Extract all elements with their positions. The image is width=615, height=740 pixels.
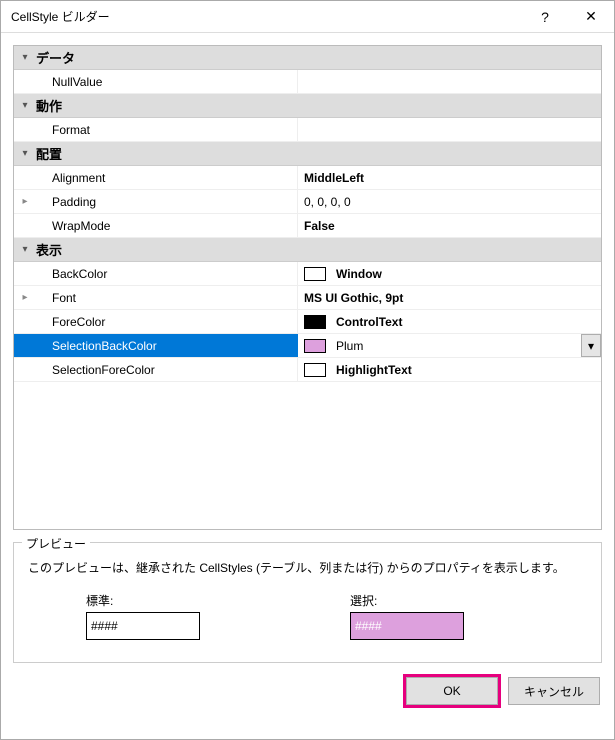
chevron-right-icon[interactable]: ▸ bbox=[14, 190, 36, 213]
row-indent bbox=[14, 118, 36, 141]
chevron-down-icon: ▾ bbox=[14, 148, 36, 159]
help-button[interactable]: ? bbox=[522, 1, 568, 33]
titlebar: CellStyle ビルダー ? ✕ bbox=[1, 1, 614, 33]
preview-selected-group: 選択: #### bbox=[350, 592, 464, 640]
prop-value: Window bbox=[336, 267, 382, 281]
category-data[interactable]: ▾ データ bbox=[14, 46, 601, 70]
chevron-down-icon: ▾ bbox=[14, 244, 36, 255]
property-grid: ▾ データ NullValue ▾ 動作 Format ▾ 配置 bbox=[13, 45, 602, 530]
ok-button[interactable]: OK bbox=[406, 677, 498, 705]
prop-name: Font bbox=[36, 286, 298, 309]
preview-section: プレビュー このプレビューは、継承された CellStyles (テーブル、列ま… bbox=[13, 542, 602, 663]
row-indent bbox=[14, 214, 36, 237]
preview-selected-box: #### bbox=[350, 612, 464, 640]
category-appearance-label: 表示 bbox=[36, 240, 62, 259]
prop-value-cell[interactable]: ControlText bbox=[298, 310, 601, 333]
prop-name: SelectionForeColor bbox=[36, 358, 298, 381]
prop-value[interactable] bbox=[298, 70, 601, 93]
dialog-window: CellStyle ビルダー ? ✕ ▾ データ NullValue ▾ 動作 bbox=[0, 0, 615, 740]
prop-name: WrapMode bbox=[36, 214, 298, 237]
preview-normal-box: #### bbox=[86, 612, 200, 640]
prop-row-wrapmode[interactable]: WrapMode False bbox=[14, 214, 601, 238]
button-row: OK キャンセル bbox=[13, 677, 602, 705]
prop-value: ControlText bbox=[336, 315, 402, 329]
window-title: CellStyle ビルダー bbox=[1, 8, 522, 25]
chevron-down-icon: ▾ bbox=[14, 52, 36, 63]
color-swatch bbox=[304, 315, 326, 329]
row-indent bbox=[14, 262, 36, 285]
chevron-down-icon: ▾ bbox=[14, 100, 36, 111]
preview-legend: プレビュー bbox=[22, 535, 90, 552]
prop-name: Format bbox=[36, 118, 298, 141]
preview-boxes: 標準: #### 選択: #### bbox=[28, 592, 587, 640]
cancel-button[interactable]: キャンセル bbox=[508, 677, 600, 705]
color-swatch bbox=[304, 339, 326, 353]
row-indent bbox=[14, 70, 36, 93]
prop-row-font[interactable]: ▸ Font MS UI Gothic, 9pt bbox=[14, 286, 601, 310]
prop-name: Padding bbox=[36, 190, 298, 213]
prop-name: Alignment bbox=[36, 166, 298, 189]
prop-value[interactable]: MS UI Gothic, 9pt bbox=[298, 286, 601, 309]
category-data-label: データ bbox=[36, 48, 75, 67]
prop-row-alignment[interactable]: Alignment MiddleLeft bbox=[14, 166, 601, 190]
row-indent bbox=[14, 334, 36, 357]
chevron-right-icon[interactable]: ▸ bbox=[14, 286, 36, 309]
content-area: ▾ データ NullValue ▾ 動作 Format ▾ 配置 bbox=[1, 33, 614, 739]
prop-row-nullvalue[interactable]: NullValue bbox=[14, 70, 601, 94]
color-swatch bbox=[304, 267, 326, 281]
row-indent bbox=[14, 358, 36, 381]
dropdown-button[interactable]: ▾ bbox=[581, 334, 601, 357]
prop-name: SelectionBackColor bbox=[36, 334, 298, 357]
prop-value[interactable]: MiddleLeft bbox=[298, 166, 601, 189]
prop-value[interactable]: 0, 0, 0, 0 bbox=[298, 190, 601, 213]
preview-description: このプレビューは、継承された CellStyles (テーブル、列または行) か… bbox=[28, 559, 587, 576]
prop-row-forecolor[interactable]: ForeColor ControlText bbox=[14, 310, 601, 334]
prop-value-cell[interactable]: HighlightText bbox=[298, 358, 601, 381]
prop-value-cell[interactable]: Window bbox=[298, 262, 601, 285]
prop-value-cell[interactable]: Plum ▾ bbox=[298, 334, 601, 357]
prop-row-selectionforecolor[interactable]: SelectionForeColor HighlightText bbox=[14, 358, 601, 382]
preview-normal-label: 標準: bbox=[86, 592, 200, 609]
prop-name: ForeColor bbox=[36, 310, 298, 333]
prop-row-selectionbackcolor[interactable]: SelectionBackColor Plum ▾ bbox=[14, 334, 601, 358]
color-swatch bbox=[304, 363, 326, 377]
prop-name: NullValue bbox=[36, 70, 298, 93]
prop-value[interactable]: False bbox=[298, 214, 601, 237]
preview-selected-label: 選択: bbox=[350, 592, 464, 609]
prop-value: Plum bbox=[336, 339, 363, 353]
category-appearance[interactable]: ▾ 表示 bbox=[14, 238, 601, 262]
category-behavior-label: 動作 bbox=[36, 96, 62, 115]
category-layout-label: 配置 bbox=[36, 144, 62, 163]
row-indent bbox=[14, 310, 36, 333]
prop-row-format[interactable]: Format bbox=[14, 118, 601, 142]
preview-normal-group: 標準: #### bbox=[86, 592, 200, 640]
category-behavior[interactable]: ▾ 動作 bbox=[14, 94, 601, 118]
prop-row-padding[interactable]: ▸ Padding 0, 0, 0, 0 bbox=[14, 190, 601, 214]
prop-name: BackColor bbox=[36, 262, 298, 285]
row-indent bbox=[14, 166, 36, 189]
chevron-down-icon: ▾ bbox=[588, 339, 594, 353]
prop-row-backcolor[interactable]: BackColor Window bbox=[14, 262, 601, 286]
prop-value: HighlightText bbox=[336, 363, 412, 377]
prop-value[interactable] bbox=[298, 118, 601, 141]
close-button[interactable]: ✕ bbox=[568, 1, 614, 33]
category-layout[interactable]: ▾ 配置 bbox=[14, 142, 601, 166]
